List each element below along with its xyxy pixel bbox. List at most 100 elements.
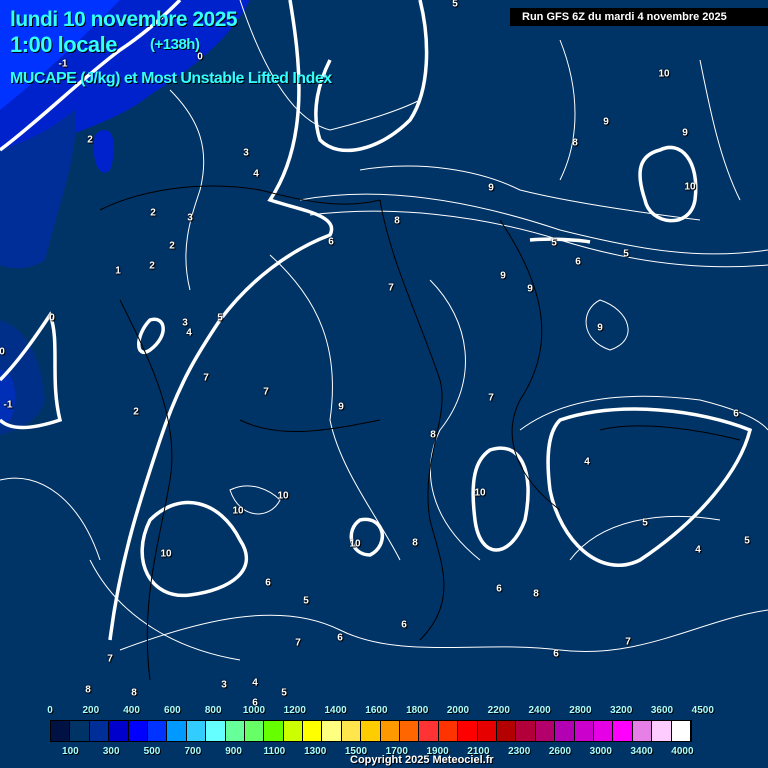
legend-tick-bottom: 100 — [62, 746, 79, 757]
legend-swatch — [186, 721, 207, 741]
legend-tick-top: 2400 — [528, 705, 551, 716]
contour-label: 5 — [452, 0, 458, 10]
legend-tick-top: 3600 — [650, 705, 674, 716]
contour-label: 10 — [160, 548, 172, 560]
legend-tick-top: 400 — [123, 705, 140, 716]
contour-label: 8 — [85, 684, 91, 696]
parameter-title: MUCAPE (J/kg) et Most Unstable Lifted In… — [10, 70, 332, 87]
contour-label: 7 — [388, 282, 394, 294]
contour-label: 10 — [474, 487, 486, 499]
contour-label: 4 — [186, 327, 192, 339]
contour-label: 0 — [197, 51, 203, 63]
contour-label: 2 — [87, 134, 93, 146]
run-info: Run GFS 6Z du mardi 4 novembre 2025 — [510, 8, 768, 26]
contour-label: 3 — [221, 679, 227, 691]
legend-tick-top: 4500 — [691, 705, 714, 716]
legend-swatch — [147, 721, 168, 741]
legend-swatch — [438, 721, 459, 741]
contour-label: 1 — [115, 265, 121, 277]
legend-swatch — [477, 721, 497, 741]
contour-label: 8 — [533, 588, 539, 600]
legend-tick-bottom: 4000 — [671, 746, 694, 757]
legend-swatch — [341, 721, 362, 741]
legend-swatch — [206, 721, 226, 741]
forecast-date: lundi 10 novembre 2025 — [10, 8, 238, 31]
legend-swatch — [535, 721, 556, 741]
legend-tick-top: 2000 — [446, 705, 470, 716]
legend-swatch — [400, 721, 420, 741]
legend-tick-bottom: 2600 — [548, 746, 572, 757]
legend-tick-bottom: 2300 — [508, 746, 531, 757]
contour-label: 10 — [684, 181, 696, 193]
contour-label: 9 — [597, 322, 603, 334]
contour-label: 8 — [572, 137, 578, 149]
contour-label: 7 — [488, 392, 494, 404]
contour-label: 5 — [642, 517, 648, 529]
contour-label: 5 — [281, 687, 287, 699]
legend-tick-top: 1200 — [283, 705, 306, 716]
contour-label: 6 — [265, 577, 271, 589]
contour-label: 3 — [243, 147, 249, 159]
contour-label: 6 — [328, 236, 334, 248]
legend-swatch — [244, 721, 265, 741]
contour-label: 9 — [500, 270, 506, 282]
contour-label: 9 — [682, 127, 688, 139]
legend-swatch — [322, 721, 342, 741]
contour-label: 5 — [551, 237, 557, 249]
legend-swatch — [593, 721, 614, 741]
contour-label: 4 — [584, 456, 590, 468]
contour-label: 10 — [349, 538, 361, 550]
legend-swatch — [496, 721, 517, 741]
contour-label: 0 — [0, 346, 5, 358]
contour-label: 6 — [575, 256, 581, 268]
legend-tick-top: 2200 — [487, 705, 510, 716]
contour-label: 4 — [253, 168, 259, 180]
legend-swatch — [303, 721, 323, 741]
legend-tick-top: 1000 — [242, 705, 266, 716]
legend-tick-top: 2800 — [569, 705, 592, 716]
contour-label: 9 — [603, 116, 609, 128]
contour-label: 7 — [107, 653, 113, 665]
color-legend — [50, 720, 692, 742]
contour-label: -1 — [58, 58, 68, 70]
legend-tick-top: 3200 — [610, 705, 633, 716]
legend-tick-top: 600 — [164, 705, 181, 716]
legend-tick-bottom: 900 — [225, 746, 242, 757]
legend-swatch — [555, 721, 575, 741]
legend-swatch — [283, 721, 304, 741]
legend-swatch — [419, 721, 439, 741]
legend-swatch — [361, 721, 381, 741]
contour-label: 2 — [169, 240, 175, 252]
legend-swatch — [574, 721, 594, 741]
legend-swatch — [128, 721, 148, 741]
legend-tick-top: 0 — [47, 705, 53, 716]
legend-swatch — [671, 721, 691, 741]
contour-label: 6 — [496, 583, 502, 595]
legend-swatch — [51, 721, 71, 741]
legend-tick-top: 1800 — [406, 705, 429, 716]
legend-tick-bottom: 3000 — [589, 746, 612, 757]
legend-swatch — [225, 721, 245, 741]
contour-label: -1 — [3, 399, 13, 411]
legend-swatch — [89, 721, 110, 741]
contour-label: 2 — [133, 406, 139, 418]
legend-swatch — [458, 721, 478, 741]
legend-tick-top: 1400 — [324, 705, 347, 716]
contour-label: 7 — [295, 637, 301, 649]
contour-label: 2 — [149, 260, 155, 272]
contour-label: 8 — [131, 687, 137, 699]
contour-label: 6 — [337, 632, 343, 644]
contour-label: 6 — [553, 648, 559, 660]
legend-swatch — [109, 721, 129, 741]
legend-tick-bottom: 500 — [143, 746, 161, 757]
contour-label: 2 — [150, 207, 156, 219]
contour-label: 5 — [217, 312, 223, 324]
legend-swatch — [264, 721, 284, 741]
legend-tick-bottom: 3400 — [630, 746, 653, 757]
contour-label: 8 — [430, 429, 436, 441]
legend-swatch — [380, 721, 401, 741]
contour-label: 5 — [744, 535, 750, 547]
contour-label: 10 — [277, 490, 289, 502]
contour-label: 7 — [625, 636, 631, 648]
legend-tick-top: 1600 — [365, 705, 388, 716]
